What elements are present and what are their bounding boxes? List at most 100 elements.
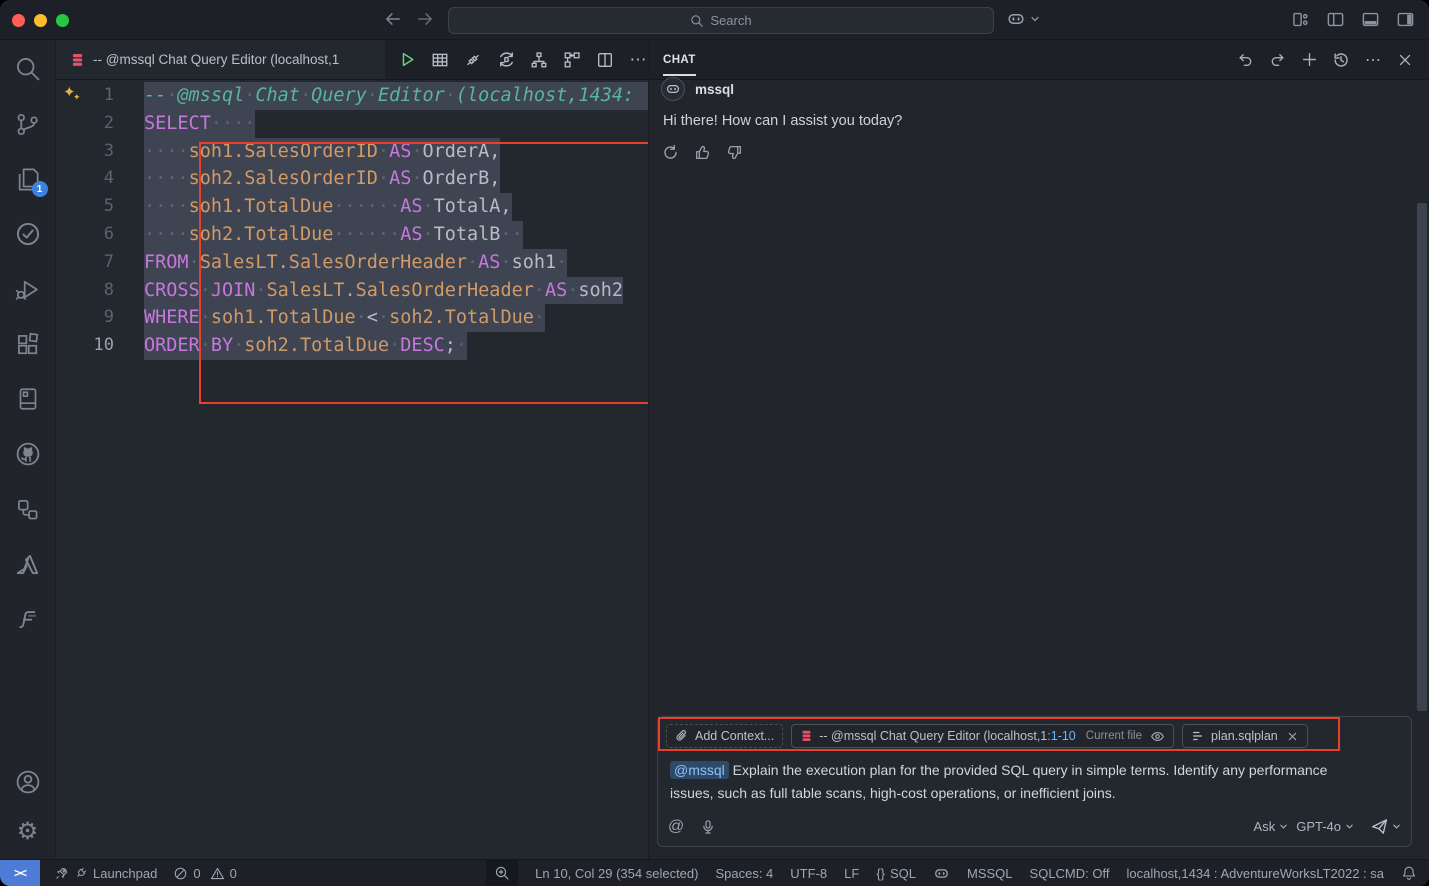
brackets-icon: {} [876,866,885,881]
change-connection-button[interactable] [496,50,516,70]
estimated-plan-button[interactable] [529,50,549,70]
code-line[interactable]: 1--·@mssql·Chat·Query·Editor·(localhost,… [56,82,648,110]
search-sidebar-icon[interactable] [15,56,41,82]
run-query-button[interactable] [397,50,417,70]
close-panel-icon[interactable] [1395,50,1415,70]
error-count: 0 [193,866,200,881]
cursor-position[interactable]: Ln 10, Col 29 (354 selected) [535,866,698,881]
eol-sequence[interactable]: LF [844,866,859,881]
navigate-back-icon[interactable] [384,10,402,28]
file-context-chip[interactable]: -- @mssql Chat Query Editor (localhost,1… [791,724,1174,748]
model-dropdown[interactable]: GPT-4o [1296,819,1354,834]
more-actions-icon[interactable]: ⋯ [1363,50,1383,70]
fabric-icon[interactable] [15,606,41,632]
results-grid-button[interactable] [430,50,450,70]
explorer-icon[interactable]: 1 [15,166,41,192]
remote-indicator[interactable]: >< [0,860,40,886]
close-icon[interactable] [1286,730,1299,743]
title-bar: Search [0,0,1429,40]
mode-dropdown[interactable]: Ask [1254,819,1289,834]
sqlplan-icon [1191,729,1205,743]
eye-icon[interactable] [1150,729,1165,744]
add-context-chip[interactable]: Add Context... [666,724,783,748]
navigate-forward-icon[interactable] [416,10,434,28]
redo-icon[interactable] [1267,50,1287,70]
microphone-icon[interactable] [700,819,716,835]
language-mode[interactable]: {}SQL [876,866,916,881]
code-line[interactable]: 9WHERE·soh1.TotalDue·<·soh2.TotalDue· [56,304,648,332]
copilot-status-icon[interactable] [933,865,950,882]
settings-gear-icon[interactable]: ⚙ [15,819,41,845]
azure-icon[interactable] [15,551,41,577]
mention-icon[interactable]: @ [668,818,684,836]
line-number: 7 [56,249,114,277]
thumbs-down-icon[interactable] [725,143,744,162]
account-icon[interactable] [15,769,41,795]
tab-chat[interactable]: CHAT [663,43,696,76]
new-chat-icon[interactable] [1299,50,1319,70]
paperclip-icon [675,729,689,743]
toggle-primary-sidebar-icon[interactable] [1326,10,1345,29]
database-file-icon [70,52,85,68]
notebook-icon[interactable] [15,386,41,412]
minimize-window-button[interactable] [34,14,47,27]
launchpad-item[interactable]: Launchpad [54,866,157,881]
launchpad-label: Launchpad [93,866,157,881]
run-debug-icon[interactable] [15,276,41,302]
github-icon[interactable] [15,441,41,467]
thumbs-up-icon[interactable] [693,143,712,162]
chat-scrollbar[interactable] [1417,203,1427,711]
line-number: 4 [56,165,114,193]
chat-history-icon[interactable] [1331,50,1351,70]
sqlcmd-status[interactable]: SQLCMD: Off [1030,866,1110,881]
connection-status[interactable]: localhost,1434 : AdventureWorksLT2022 : … [1126,866,1384,881]
command-center-search[interactable]: Search [448,7,994,34]
code-line[interactable]: 2SELECT···· [56,110,648,138]
chat-input-text[interactable]: @mssql Explain the execution plan for th… [670,759,1360,805]
code-line[interactable]: 3····soh1.SalesOrderID·AS·OrderA, [56,138,648,166]
warning-count: 0 [230,866,237,881]
plan-file-chip[interactable]: plan.sqlplan [1182,724,1308,748]
notifications-bell-icon[interactable] [1401,865,1417,881]
customize-layout-icon[interactable] [1291,10,1310,29]
extensions-icon[interactable] [15,331,41,357]
copilot-menu-button[interactable] [1006,9,1040,29]
prompt-text: Explain the execution plan for the provi… [670,762,1327,801]
zoom-window-button[interactable] [56,14,69,27]
problems-item[interactable]: 0 0 [173,866,236,881]
code-editor[interactable]: ✦✦ 1--·@mssql·Chat·Query·Editor·(localho… [56,80,648,859]
code-line[interactable]: 7FROM·SalesLT.SalesOrderHeader·AS·soh1· [56,249,648,277]
source-control-icon[interactable] [15,111,41,137]
disconnect-button[interactable] [463,50,483,70]
regenerate-icon[interactable] [661,143,680,162]
search-icon [690,14,704,28]
toggle-secondary-sidebar-icon[interactable] [1396,10,1415,29]
more-actions-icon[interactable]: ⋯ [628,50,648,70]
check-circle-icon[interactable] [15,221,41,247]
code-line[interactable]: 10ORDER·BY·soh2.TotalDue·DESC;· [56,332,648,360]
code-line[interactable]: 5····soh1.TotalDue······AS·TotalA, [56,193,648,221]
code-line[interactable]: 8CROSS·JOIN·SalesLT.SalesOrderHeader·AS·… [56,277,648,305]
status-bar: >< Launchpad 0 0 Ln 10, Col 29 (354 sele… [0,859,1429,886]
code-line[interactable]: 4····soh2.SalesOrderID·AS·OrderB, [56,165,648,193]
actual-plan-button[interactable] [562,50,582,70]
plan-chip-label: plan.sqlplan [1211,729,1278,743]
editor-tab[interactable]: -- @mssql Chat Query Editor (localhost,1 [56,40,385,79]
zoom-indicator[interactable] [486,860,518,886]
copilot-icon [1006,9,1026,29]
vscode-window: Search 1 ⚙ [0,0,1429,886]
mssql-status[interactable]: MSSQL [967,866,1013,881]
warning-icon [210,866,225,881]
encoding[interactable]: UTF-8 [790,866,827,881]
split-editor-button[interactable] [595,50,615,70]
undo-icon[interactable] [1235,50,1255,70]
indentation[interactable]: Spaces: 4 [715,866,773,881]
close-window-button[interactable] [12,14,25,27]
linked-squares-icon[interactable] [15,496,41,522]
code-line[interactable]: 6····soh2.TotalDue······AS·TotalB·· [56,221,648,249]
send-button[interactable] [1370,817,1401,836]
plug-icon [74,866,88,880]
editor-tab-bar: -- @mssql Chat Query Editor (localhost,1… [56,40,648,80]
toggle-panel-icon[interactable] [1361,10,1380,29]
chat-input-toolbar: @ Ask GPT-4o [668,817,1401,836]
